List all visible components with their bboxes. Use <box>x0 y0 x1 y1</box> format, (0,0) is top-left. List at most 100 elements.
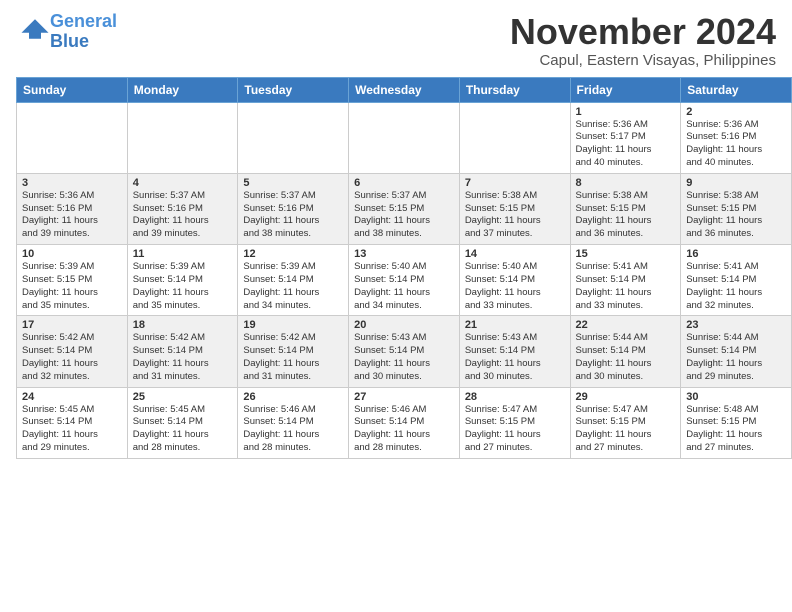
day-number: 12 <box>243 248 343 260</box>
day-number: 8 <box>576 177 676 189</box>
cell-content: Sunrise: 5:36 AM Sunset: 5:16 PM Dayligh… <box>22 190 122 241</box>
day-number: 28 <box>465 391 565 403</box>
day-number: 6 <box>354 177 454 189</box>
cell-content: Sunrise: 5:45 AM Sunset: 5:14 PM Dayligh… <box>22 404 122 455</box>
calendar-header: SundayMondayTuesdayWednesdayThursdayFrid… <box>17 77 792 102</box>
day-cell-9: 9Sunrise: 5:38 AM Sunset: 5:15 PM Daylig… <box>681 173 792 244</box>
week-row-3: 17Sunrise: 5:42 AM Sunset: 5:14 PM Dayli… <box>17 316 792 387</box>
cell-content: Sunrise: 5:47 AM Sunset: 5:15 PM Dayligh… <box>465 404 565 455</box>
day-number: 3 <box>22 177 122 189</box>
calendar-subtitle: Capul, Eastern Visayas, Philippines <box>510 52 776 69</box>
day-cell-18: 18Sunrise: 5:42 AM Sunset: 5:14 PM Dayli… <box>127 316 238 387</box>
cell-content: Sunrise: 5:39 AM Sunset: 5:14 PM Dayligh… <box>133 261 233 312</box>
cell-content: Sunrise: 5:38 AM Sunset: 5:15 PM Dayligh… <box>465 190 565 241</box>
day-cell-empty <box>17 102 128 173</box>
cell-content: Sunrise: 5:46 AM Sunset: 5:14 PM Dayligh… <box>243 404 343 455</box>
day-number: 24 <box>22 391 122 403</box>
weekday-header-friday: Friday <box>570 77 681 102</box>
cell-content: Sunrise: 5:36 AM Sunset: 5:17 PM Dayligh… <box>576 119 676 170</box>
cell-content: Sunrise: 5:36 AM Sunset: 5:16 PM Dayligh… <box>686 119 786 170</box>
logo-line2: Blue <box>50 31 89 51</box>
day-number: 27 <box>354 391 454 403</box>
day-cell-10: 10Sunrise: 5:39 AM Sunset: 5:15 PM Dayli… <box>17 245 128 316</box>
day-cell-25: 25Sunrise: 5:45 AM Sunset: 5:14 PM Dayli… <box>127 387 238 458</box>
day-cell-7: 7Sunrise: 5:38 AM Sunset: 5:15 PM Daylig… <box>459 173 570 244</box>
day-cell-20: 20Sunrise: 5:43 AM Sunset: 5:14 PM Dayli… <box>349 316 460 387</box>
day-cell-14: 14Sunrise: 5:40 AM Sunset: 5:14 PM Dayli… <box>459 245 570 316</box>
calendar-title: November 2024 <box>510 12 776 52</box>
weekday-header-monday: Monday <box>127 77 238 102</box>
day-cell-empty <box>459 102 570 173</box>
cell-content: Sunrise: 5:38 AM Sunset: 5:15 PM Dayligh… <box>576 190 676 241</box>
day-number: 20 <box>354 319 454 331</box>
weekday-header-row: SundayMondayTuesdayWednesdayThursdayFrid… <box>17 77 792 102</box>
cell-content: Sunrise: 5:42 AM Sunset: 5:14 PM Dayligh… <box>22 332 122 383</box>
day-number: 10 <box>22 248 122 260</box>
day-number: 18 <box>133 319 233 331</box>
logo: General Blue <box>16 12 117 52</box>
day-cell-23: 23Sunrise: 5:44 AM Sunset: 5:14 PM Dayli… <box>681 316 792 387</box>
day-cell-15: 15Sunrise: 5:41 AM Sunset: 5:14 PM Dayli… <box>570 245 681 316</box>
cell-content: Sunrise: 5:44 AM Sunset: 5:14 PM Dayligh… <box>576 332 676 383</box>
cell-content: Sunrise: 5:46 AM Sunset: 5:14 PM Dayligh… <box>354 404 454 455</box>
day-number: 23 <box>686 319 786 331</box>
day-cell-30: 30Sunrise: 5:48 AM Sunset: 5:15 PM Dayli… <box>681 387 792 458</box>
weekday-header-saturday: Saturday <box>681 77 792 102</box>
day-number: 30 <box>686 391 786 403</box>
day-cell-6: 6Sunrise: 5:37 AM Sunset: 5:15 PM Daylig… <box>349 173 460 244</box>
day-cell-empty <box>238 102 349 173</box>
day-number: 1 <box>576 106 676 118</box>
page-header: General Blue November 2024 Capul, Easter… <box>0 0 792 77</box>
day-cell-12: 12Sunrise: 5:39 AM Sunset: 5:14 PM Dayli… <box>238 245 349 316</box>
cell-content: Sunrise: 5:39 AM Sunset: 5:15 PM Dayligh… <box>22 261 122 312</box>
day-number: 4 <box>133 177 233 189</box>
calendar-table: SundayMondayTuesdayWednesdayThursdayFrid… <box>16 77 792 459</box>
day-cell-5: 5Sunrise: 5:37 AM Sunset: 5:16 PM Daylig… <box>238 173 349 244</box>
day-number: 16 <box>686 248 786 260</box>
day-cell-28: 28Sunrise: 5:47 AM Sunset: 5:15 PM Dayli… <box>459 387 570 458</box>
day-number: 13 <box>354 248 454 260</box>
day-number: 2 <box>686 106 786 118</box>
day-cell-4: 4Sunrise: 5:37 AM Sunset: 5:16 PM Daylig… <box>127 173 238 244</box>
day-cell-21: 21Sunrise: 5:43 AM Sunset: 5:14 PM Dayli… <box>459 316 570 387</box>
weekday-header-wednesday: Wednesday <box>349 77 460 102</box>
cell-content: Sunrise: 5:40 AM Sunset: 5:14 PM Dayligh… <box>465 261 565 312</box>
week-row-4: 24Sunrise: 5:45 AM Sunset: 5:14 PM Dayli… <box>17 387 792 458</box>
day-number: 21 <box>465 319 565 331</box>
day-number: 14 <box>465 248 565 260</box>
day-number: 26 <box>243 391 343 403</box>
calendar-wrapper: SundayMondayTuesdayWednesdayThursdayFrid… <box>0 77 792 467</box>
logo-icon <box>20 17 50 41</box>
day-number: 11 <box>133 248 233 260</box>
cell-content: Sunrise: 5:48 AM Sunset: 5:15 PM Dayligh… <box>686 404 786 455</box>
day-number: 19 <box>243 319 343 331</box>
day-cell-29: 29Sunrise: 5:47 AM Sunset: 5:15 PM Dayli… <box>570 387 681 458</box>
cell-content: Sunrise: 5:42 AM Sunset: 5:14 PM Dayligh… <box>243 332 343 383</box>
cell-content: Sunrise: 5:44 AM Sunset: 5:14 PM Dayligh… <box>686 332 786 383</box>
logo-text: General Blue <box>50 12 117 52</box>
week-row-1: 3Sunrise: 5:36 AM Sunset: 5:16 PM Daylig… <box>17 173 792 244</box>
day-cell-19: 19Sunrise: 5:42 AM Sunset: 5:14 PM Dayli… <box>238 316 349 387</box>
week-row-2: 10Sunrise: 5:39 AM Sunset: 5:15 PM Dayli… <box>17 245 792 316</box>
day-cell-11: 11Sunrise: 5:39 AM Sunset: 5:14 PM Dayli… <box>127 245 238 316</box>
calendar-body: 1Sunrise: 5:36 AM Sunset: 5:17 PM Daylig… <box>17 102 792 458</box>
cell-content: Sunrise: 5:37 AM Sunset: 5:16 PM Dayligh… <box>133 190 233 241</box>
logo-line1: General <box>50 11 117 31</box>
day-number: 5 <box>243 177 343 189</box>
weekday-header-thursday: Thursday <box>459 77 570 102</box>
title-block: November 2024 Capul, Eastern Visayas, Ph… <box>510 12 776 69</box>
cell-content: Sunrise: 5:47 AM Sunset: 5:15 PM Dayligh… <box>576 404 676 455</box>
day-number: 15 <box>576 248 676 260</box>
day-number: 29 <box>576 391 676 403</box>
weekday-header-sunday: Sunday <box>17 77 128 102</box>
cell-content: Sunrise: 5:37 AM Sunset: 5:15 PM Dayligh… <box>354 190 454 241</box>
cell-content: Sunrise: 5:38 AM Sunset: 5:15 PM Dayligh… <box>686 190 786 241</box>
cell-content: Sunrise: 5:41 AM Sunset: 5:14 PM Dayligh… <box>686 261 786 312</box>
day-number: 9 <box>686 177 786 189</box>
day-number: 22 <box>576 319 676 331</box>
day-cell-13: 13Sunrise: 5:40 AM Sunset: 5:14 PM Dayli… <box>349 245 460 316</box>
day-number: 25 <box>133 391 233 403</box>
day-cell-26: 26Sunrise: 5:46 AM Sunset: 5:14 PM Dayli… <box>238 387 349 458</box>
day-cell-27: 27Sunrise: 5:46 AM Sunset: 5:14 PM Dayli… <box>349 387 460 458</box>
day-number: 7 <box>465 177 565 189</box>
